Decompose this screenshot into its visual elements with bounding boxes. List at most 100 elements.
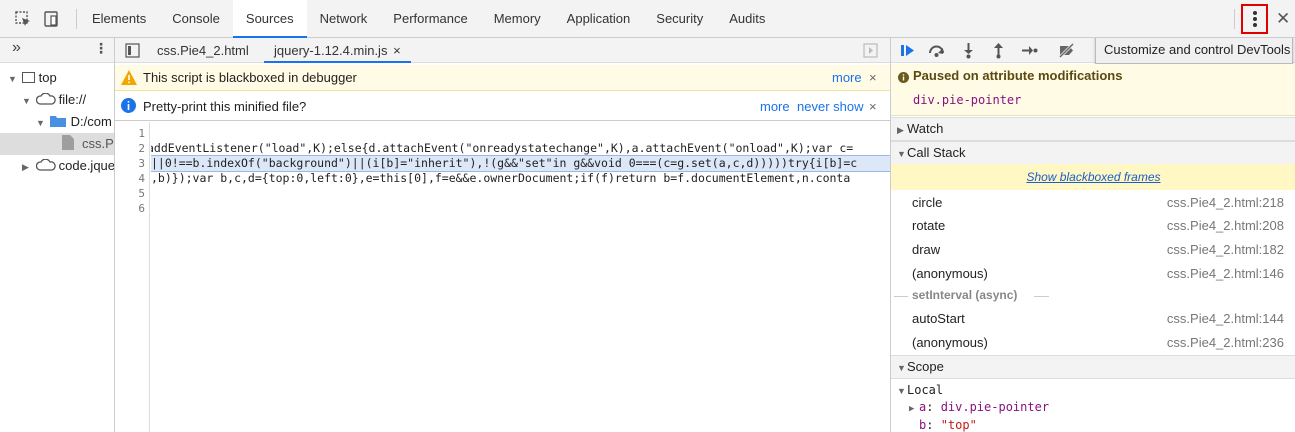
inspect-element-icon[interactable]	[14, 10, 32, 28]
frame-location[interactable]: css.Pie4_2.html:182	[1167, 238, 1284, 262]
scope-local-label: Local	[907, 383, 944, 397]
folder-icon	[49, 116, 66, 127]
kebab-dot	[1253, 17, 1257, 21]
more-tabs-icon[interactable]: »	[12, 39, 21, 57]
call-frame[interactable]: rotate css.Pie4_2.html:208	[891, 214, 1295, 238]
paused-message: Paused on attribute modifications div.pi…	[891, 64, 1295, 116]
never-show-link[interactable]: never show	[797, 94, 863, 120]
scope-section-header[interactable]: ▼Scope	[891, 355, 1295, 379]
line-number[interactable]: 4	[138, 171, 145, 186]
frame-icon	[21, 72, 35, 83]
tree-item-label: D:/com	[70, 114, 112, 129]
line-number[interactable]: 5	[138, 186, 145, 201]
show-blackboxed-frames-link[interactable]: Show blackboxed frames	[891, 164, 1295, 190]
close-tab-icon[interactable]: ×	[393, 43, 401, 58]
file-navigator: » ⋮ ▼ top ▼ file:// ▼ D:/com css.Pi ▶ co…	[0, 38, 115, 432]
tab-network[interactable]: Network	[307, 0, 381, 38]
line-number[interactable]: 2	[138, 141, 145, 156]
call-stack-section-header[interactable]: ▼Call Stack	[891, 141, 1295, 165]
paused-element[interactable]: div.pie-pointer	[913, 93, 1021, 107]
toolbar-divider	[76, 9, 77, 29]
debugger-toolbar: Customize and control DevTools	[891, 38, 1295, 64]
scope-local[interactable]: ▼Local	[897, 382, 943, 400]
call-frame[interactable]: (anonymous) css.Pie4_2.html:236	[891, 331, 1295, 355]
tab-console[interactable]: Console	[159, 0, 233, 38]
tree-item-file[interactable]: ▼ file://	[22, 89, 86, 111]
device-toolbar-icon[interactable]	[42, 10, 60, 28]
scope-variable[interactable]: ▶ a: div.pie-pointer	[909, 399, 1049, 418]
collapsed-icon: ▶	[897, 125, 904, 135]
blackbox-infobar: This script is blackboxed in debugger mo…	[115, 65, 890, 91]
close-infobar-icon[interactable]: ×	[869, 65, 877, 91]
frame-name: rotate	[912, 218, 946, 233]
variable-value: div.pie-pointer	[940, 400, 1050, 414]
expanded-icon: ▼	[897, 149, 906, 159]
tab-application[interactable]: Application	[554, 0, 644, 38]
code-area[interactable]: addEventListener("load",K);else{d.attach…	[151, 122, 890, 432]
call-frame[interactable]: autoStart css.Pie4_2.html:144	[891, 307, 1295, 331]
line-number[interactable]: 1	[138, 126, 145, 141]
frame-location[interactable]: css.Pie4_2.html:144	[1167, 307, 1284, 331]
step-into-icon[interactable]	[960, 42, 977, 59]
close-devtools-icon[interactable]: ✕	[1276, 9, 1290, 29]
kebab-dot	[1253, 23, 1257, 27]
tab-elements[interactable]: Elements	[79, 0, 159, 38]
call-frame[interactable]: draw css.Pie4_2.html:182	[891, 238, 1295, 262]
frame-name: autoStart	[912, 311, 965, 326]
expanded-icon: ▼	[897, 386, 906, 396]
scope-variable[interactable]: b: "top"	[919, 417, 977, 432]
line-number-gutter: 1 2 3 4 5 6	[115, 122, 150, 432]
tree-item-top[interactable]: ▼ top	[8, 67, 57, 89]
pretty-print-infobar: Pretty-print this minified file? more ne…	[115, 92, 890, 121]
step-out-icon[interactable]	[990, 42, 1007, 59]
line-number[interactable]: 3	[138, 156, 145, 171]
frame-location[interactable]: css.Pie4_2.html:236	[1167, 331, 1284, 355]
kebab-icon	[1253, 11, 1257, 15]
navigator-menu-icon[interactable]: ⋮	[94, 40, 108, 57]
tree-item-label: code.jque	[58, 158, 115, 173]
tree-item-label: top	[38, 70, 57, 85]
warning-icon	[121, 70, 137, 85]
editor-tab-html[interactable]: css.Pie4_2.html	[157, 38, 249, 63]
close-infobar-icon[interactable]: ×	[869, 94, 877, 120]
pretty-print-more-link[interactable]: more	[760, 94, 790, 120]
tree-item-folder[interactable]: ▼ D:/com	[36, 111, 112, 133]
call-frame[interactable]: (anonymous) css.Pie4_2.html:146	[891, 262, 1295, 286]
line-number[interactable]: 6	[138, 201, 145, 216]
cloud-icon	[35, 158, 56, 171]
resume-icon[interactable]	[899, 42, 916, 59]
toggle-debugger-icon[interactable]	[863, 43, 878, 58]
tree-item-cdn[interactable]: ▶ code.jque	[22, 155, 115, 177]
tab-performance[interactable]: Performance	[380, 0, 480, 38]
frame-location[interactable]: css.Pie4_2.html:146	[1167, 262, 1284, 286]
blackbox-more-link[interactable]: more	[832, 65, 862, 91]
async-label: setInterval (async)	[912, 288, 1018, 302]
editor-tab-jquery[interactable]: jquery-1.12.4.min.js ×	[264, 38, 411, 63]
blackbox-message: This script is blackboxed in debugger	[143, 70, 357, 85]
devtools-toolbar: Elements Console Sources Network Perform…	[0, 0, 1295, 38]
step-icon[interactable]	[1021, 42, 1038, 59]
call-frame[interactable]: circle css.Pie4_2.html:218	[891, 191, 1295, 215]
tab-memory[interactable]: Memory	[481, 0, 554, 38]
pretty-print-message: Pretty-print this minified file?	[143, 99, 307, 114]
frame-location[interactable]: css.Pie4_2.html:218	[1167, 191, 1284, 215]
code-line-highlighted: ||0!==b.indexOf("background")||(i[b]="in…	[151, 155, 890, 172]
section-title: Watch	[907, 121, 944, 136]
tree-item-file-selected[interactable]: css.Pi	[0, 133, 115, 155]
paused-title: Paused on attribute modifications	[913, 68, 1123, 83]
watch-section-header[interactable]: ▶ Watch	[891, 117, 1295, 141]
code-line: ,b)});var b,c,d={top:0,left:0},e=this[0]…	[151, 171, 851, 185]
tooltip: Customize and control DevTools	[1095, 38, 1293, 64]
frame-location[interactable]: css.Pie4_2.html:208	[1167, 214, 1284, 238]
tab-sources[interactable]: Sources	[232, 0, 307, 38]
step-over-icon[interactable]	[928, 42, 945, 59]
tree-item-label: css.Pi	[82, 136, 115, 151]
variable-value: "top"	[940, 418, 977, 432]
deactivate-breakpoints-icon[interactable]	[1058, 42, 1075, 59]
toggle-navigator-icon[interactable]	[125, 43, 140, 58]
collapsed-icon: ▶	[22, 162, 29, 172]
customize-devtools-button[interactable]	[1241, 4, 1268, 34]
tab-security[interactable]: Security	[643, 0, 716, 38]
tab-audits[interactable]: Audits	[716, 0, 778, 38]
navigator-header: » ⋮	[0, 38, 114, 63]
